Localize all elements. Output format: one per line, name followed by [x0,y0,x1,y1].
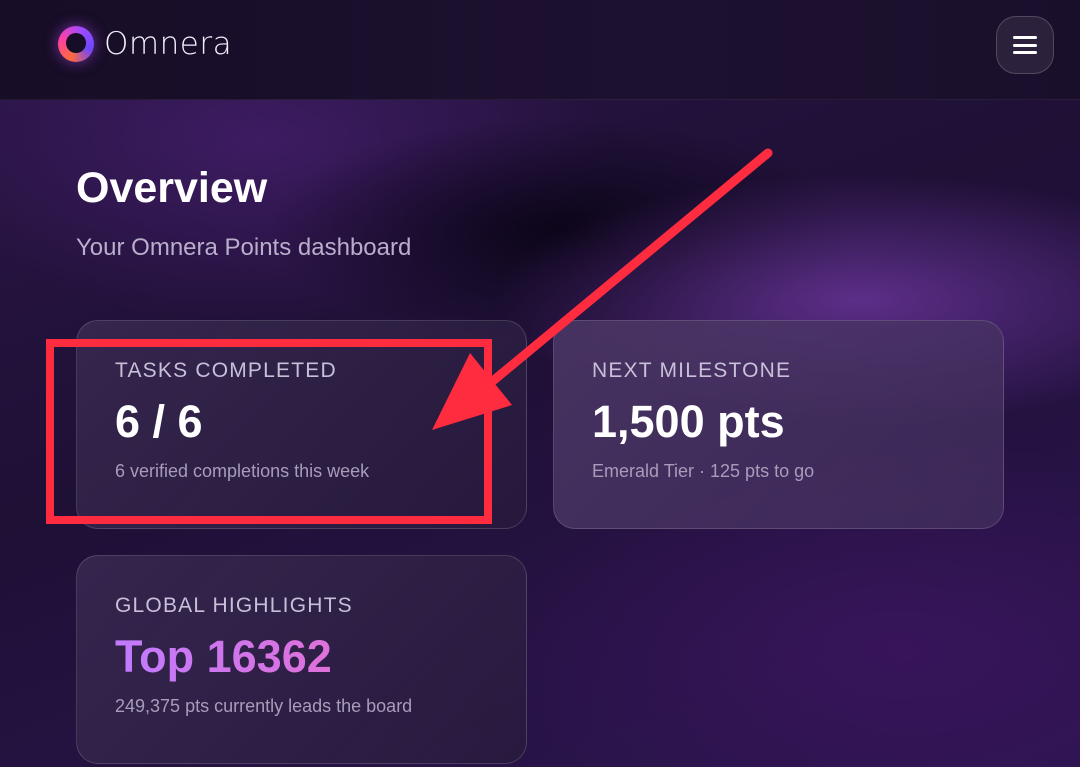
menu-button[interactable] [996,16,1054,74]
page-subtitle: Your Omnera Points dashboard [76,234,412,261]
brand-logo[interactable]: Omnera [58,26,232,62]
next-milestone-note: Emerald Tier · 125 pts to go [592,460,815,481]
next-milestone-value: 1,500 pts [592,396,785,447]
tasks-completed-value: 6 / 6 [115,396,203,447]
brand-name: Omnera [104,26,233,62]
page-title: Overview [76,164,268,212]
global-highlights-label: GLOBAL HIGHLIGHTS [115,594,353,617]
hamburger-menu-icon [1013,36,1037,54]
top-navigation-bar: Omnera [0,0,1080,100]
omnera-logo-icon [58,26,94,62]
global-highlights-card: GLOBAL HIGHLIGHTS Top 16362 249,375 pts … [76,555,527,764]
next-milestone-label: NEXT MILESTONE [592,359,792,382]
tasks-completed-card: TASKS COMPLETED 6 / 6 6 verified complet… [76,320,527,529]
tasks-completed-label: TASKS COMPLETED [115,359,337,382]
next-milestone-card: NEXT MILESTONE 1,500 pts Emerald Tier · … [553,320,1004,529]
global-highlights-value: Top 16362 [115,632,526,682]
global-highlights-note: 249,375 pts currently leads the board [115,695,413,716]
tasks-completed-note: 6 verified completions this week [115,460,370,481]
